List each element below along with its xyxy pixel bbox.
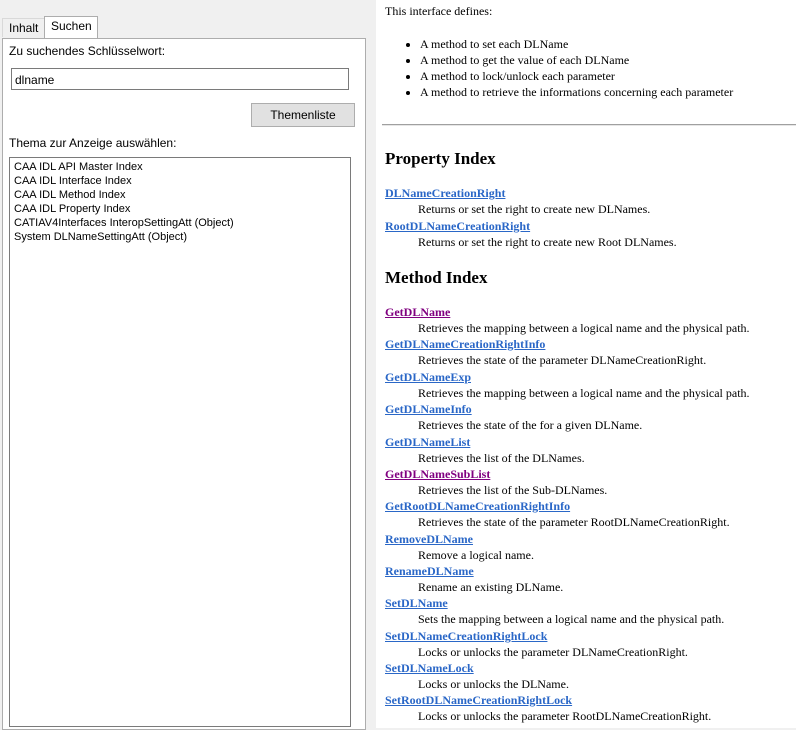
method-link[interactable]: SetDLName bbox=[385, 596, 448, 610]
list-item: A method to get the value of each DLName bbox=[420, 52, 733, 68]
list-item[interactable]: CAA IDL Method Index bbox=[14, 188, 346, 202]
method-entry: GetDLNameExp Retrieves the mapping betwe… bbox=[385, 369, 750, 401]
method-link[interactable]: SetDLNameCreationRightLock bbox=[385, 629, 547, 643]
method-entry: GetDLName Retrieves the mapping between … bbox=[385, 304, 750, 336]
method-description: Remove a logical name. bbox=[418, 548, 534, 562]
intro-text: This interface defines: bbox=[385, 4, 493, 18]
method-description: Retrieves the list of the Sub-DLNames. bbox=[418, 483, 608, 497]
feature-list: A method to set each DLName A method to … bbox=[404, 36, 733, 100]
list-item: A method to set each DLName bbox=[420, 36, 733, 52]
keyword-label: Zu suchendes Schlüsselwort: bbox=[9, 44, 166, 58]
method-description: Retrieves the mapping between a logical … bbox=[418, 386, 750, 400]
search-panel: Zu suchendes Schlüsselwort: dlname Theme… bbox=[2, 38, 366, 730]
method-description: Locks or unlocks the DLName. bbox=[418, 677, 569, 691]
method-description: Retrieves the state of the for a given D… bbox=[418, 418, 643, 432]
method-entry: GetDLNameInfo Retrieves the state of the… bbox=[385, 401, 642, 433]
property-link[interactable]: RootDLNameCreationRight bbox=[385, 219, 530, 233]
help-navigation-pane: Inhalt Suchen Zu suchendes Schlüsselwort… bbox=[0, 0, 368, 730]
list-item[interactable]: CAA IDL Interface Index bbox=[14, 174, 346, 188]
method-link[interactable]: GetDLNameInfo bbox=[385, 402, 472, 416]
list-item[interactable]: System DLNameSettingAtt (Object) bbox=[14, 230, 346, 244]
property-link[interactable]: DLNameCreationRight bbox=[385, 186, 505, 200]
method-index-heading: Method Index bbox=[385, 268, 488, 287]
topic-list-button[interactable]: Themenliste bbox=[251, 103, 355, 127]
list-item: A method to retrieve the informations co… bbox=[420, 84, 733, 100]
method-description: Retrieves the state of the parameter DLN… bbox=[418, 353, 707, 367]
method-entry: GetRootDLNameCreationRightInfo Retrieves… bbox=[385, 498, 730, 530]
method-description: Retrieves the state of the parameter Roo… bbox=[418, 515, 730, 529]
pane-splitter[interactable] bbox=[368, 0, 376, 728]
method-entry: GetDLNameCreationRightInfo Retrieves the… bbox=[385, 336, 706, 368]
help-content-pane: This interface defines: A method to set … bbox=[376, 0, 796, 728]
property-index-heading: Property Index bbox=[385, 149, 496, 168]
method-link[interactable]: SetRootDLNameCreationRightLock bbox=[385, 693, 572, 707]
topic-results-list[interactable]: CAA IDL API Master Index CAA IDL Interfa… bbox=[9, 157, 351, 727]
method-entry: SetDLName Sets the mapping between a log… bbox=[385, 595, 724, 627]
list-item[interactable]: CAA IDL API Master Index bbox=[14, 160, 346, 174]
method-entry: GetDLNameList Retrieves the list of the … bbox=[385, 434, 585, 466]
method-link[interactable]: GetDLNameCreationRightInfo bbox=[385, 337, 545, 351]
method-description: Locks or unlocks the parameter DLNameCre… bbox=[418, 645, 688, 659]
method-entry: SetDLNameLock Locks or unlocks the DLNam… bbox=[385, 660, 569, 692]
property-description: Returns or set the right to create new R… bbox=[418, 235, 677, 249]
method-link[interactable]: RenameDLName bbox=[385, 564, 474, 578]
property-entry: RootDLNameCreationRight Returns or set t… bbox=[385, 218, 677, 250]
method-link[interactable]: GetRootDLNameCreationRightInfo bbox=[385, 499, 570, 513]
list-item[interactable]: CATIAV4Interfaces InteropSettingAtt (Obj… bbox=[14, 216, 346, 230]
property-entry: DLNameCreationRight Returns or set the r… bbox=[385, 185, 650, 217]
keyword-input[interactable]: dlname bbox=[11, 68, 349, 90]
list-item: A method to lock/unlock each parameter bbox=[420, 68, 733, 84]
tab-suchen[interactable]: Suchen bbox=[44, 16, 98, 38]
method-link[interactable]: SetDLNameLock bbox=[385, 661, 474, 675]
tab-inhalt[interactable]: Inhalt bbox=[2, 18, 49, 37]
method-entry: SetDLNameCreationRightLock Locks or unlo… bbox=[385, 628, 688, 660]
divider bbox=[382, 124, 796, 126]
method-entry: RemoveDLName Remove a logical name. bbox=[385, 531, 534, 563]
method-link[interactable]: GetDLNameExp bbox=[385, 370, 471, 384]
method-entry: SetRootDLNameCreationRightLock Locks or … bbox=[385, 692, 711, 724]
method-description: Retrieves the list of the DLNames. bbox=[418, 451, 585, 465]
method-description: Rename an existing DLName. bbox=[418, 580, 564, 594]
method-description: Locks or unlocks the parameter RootDLNam… bbox=[418, 709, 712, 723]
method-entry: GetDLNameSubList Retrieves the list of t… bbox=[385, 466, 607, 498]
list-item[interactable]: CAA IDL Property Index bbox=[14, 202, 346, 216]
method-link[interactable]: RemoveDLName bbox=[385, 532, 473, 546]
method-entry: RenameDLName Rename an existing DLName. bbox=[385, 563, 563, 595]
select-topic-label: Thema zur Anzeige auswählen: bbox=[9, 136, 177, 150]
method-link[interactable]: GetDLNameSubList bbox=[385, 467, 490, 481]
method-link[interactable]: GetDLName bbox=[385, 305, 450, 319]
method-description: Sets the mapping between a logical name … bbox=[418, 612, 725, 626]
method-link[interactable]: GetDLNameList bbox=[385, 435, 470, 449]
method-description: Retrieves the mapping between a logical … bbox=[418, 321, 750, 335]
property-description: Returns or set the right to create new D… bbox=[418, 202, 651, 216]
